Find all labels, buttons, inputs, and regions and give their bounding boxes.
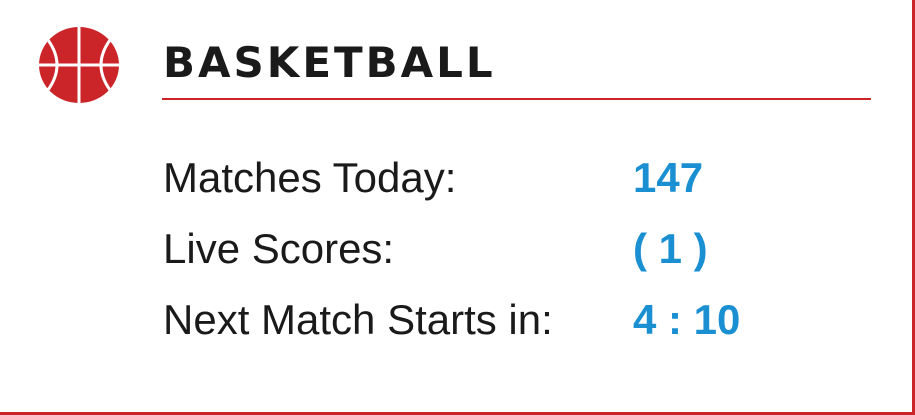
basketball-widget: BASKETBALL Matches Today: 147 Live Score…	[0, 0, 915, 415]
sport-title: BASKETBALL	[163, 38, 496, 87]
stat-row-matches-today: Matches Today: 147	[163, 142, 740, 213]
stat-row-live-scores[interactable]: Live Scores: ( 1 )	[163, 213, 740, 284]
stat-label: Matches Today:	[163, 153, 457, 201]
matches-today-count: 147	[633, 153, 704, 201]
basketball-icon	[38, 26, 120, 104]
stats-list: Matches Today: 147 Live Scores: ( 1 ) Ne…	[163, 142, 740, 355]
next-match-countdown: 4 : 10	[633, 295, 741, 343]
stat-label: Live Scores:	[163, 224, 395, 272]
stat-label: Next Match Starts in:	[163, 295, 553, 343]
live-scores-count[interactable]: ( 1 )	[633, 227, 708, 270]
stat-row-next-match: Next Match Starts in: 4 : 10	[163, 284, 740, 355]
title-divider	[162, 98, 871, 100]
